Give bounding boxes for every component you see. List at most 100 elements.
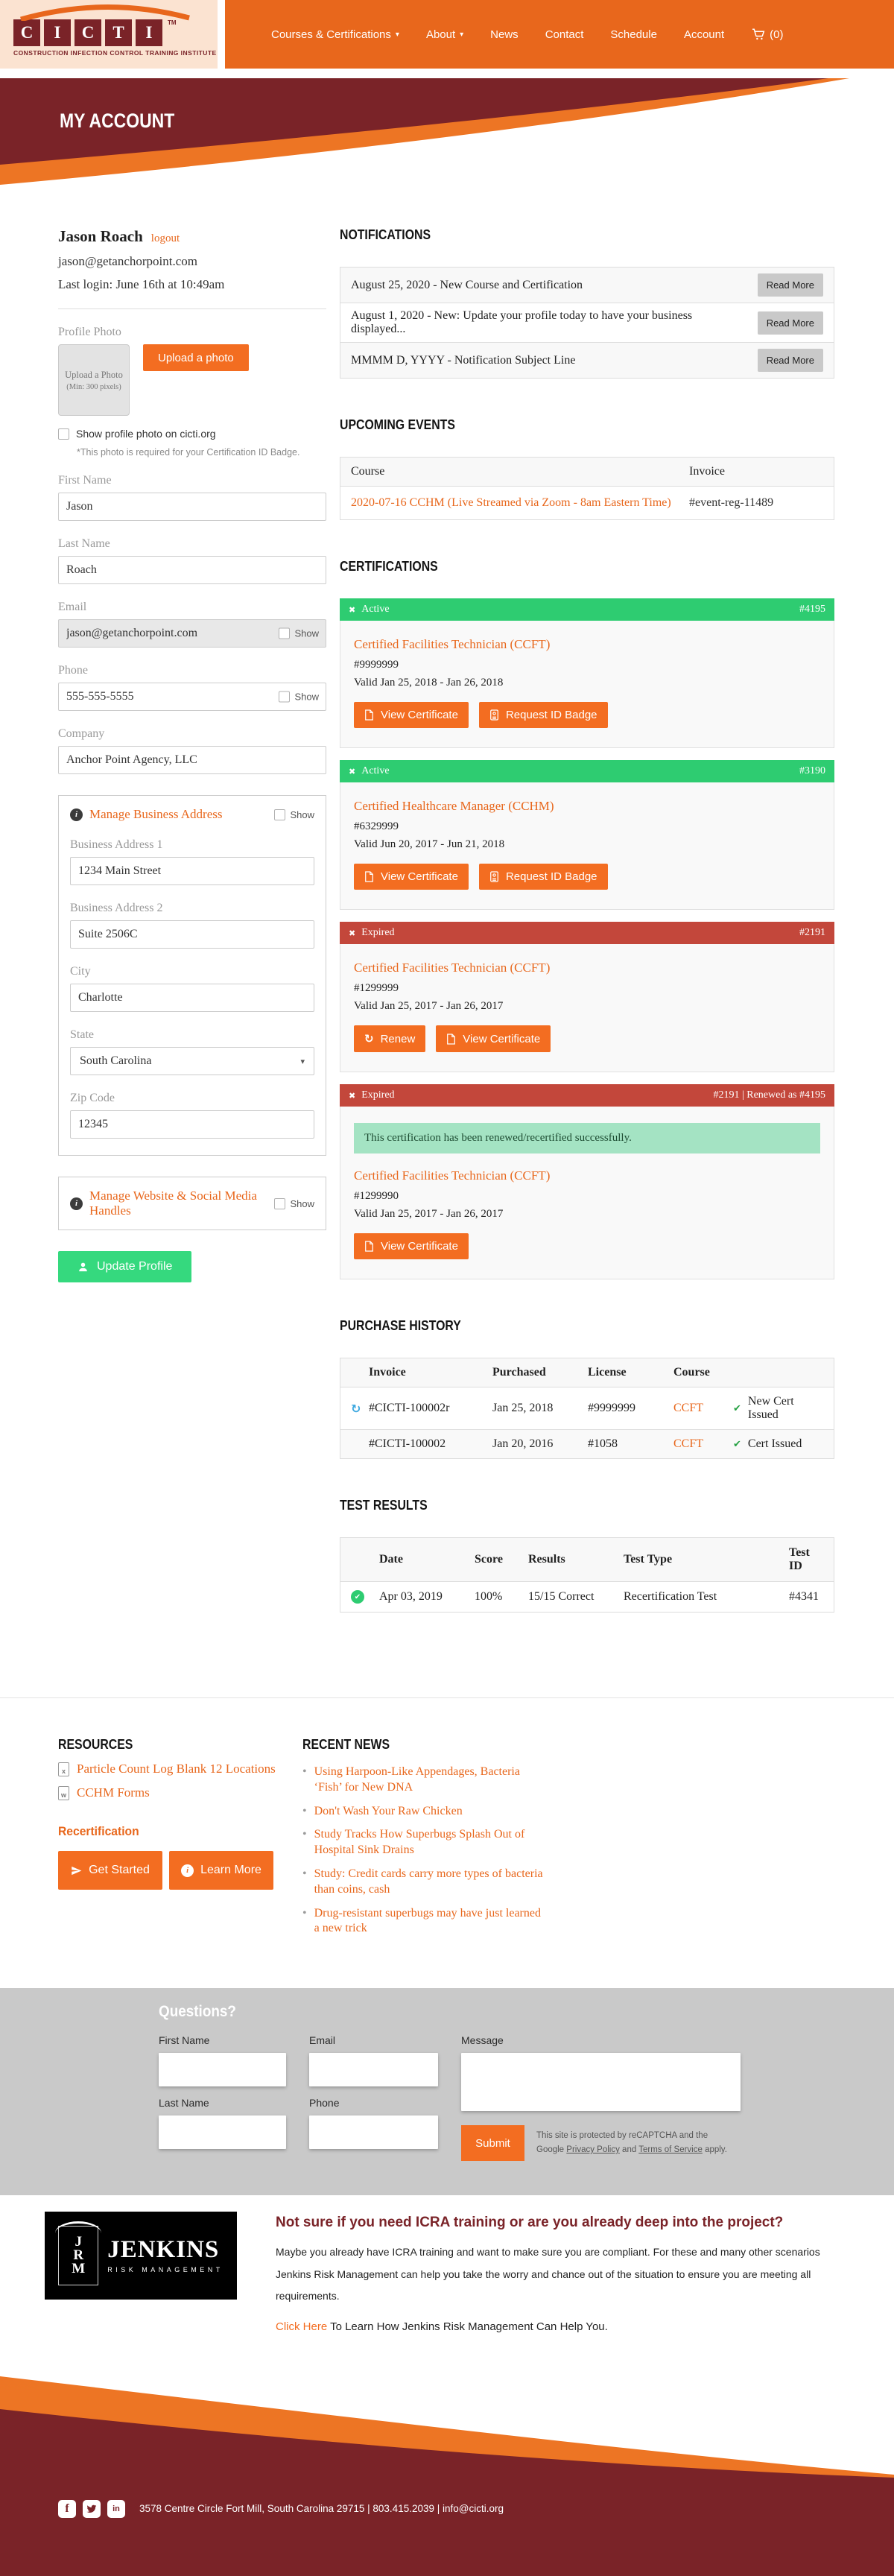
twitter-icon[interactable] (83, 2500, 101, 2519)
invoice-header: Invoice (369, 1366, 406, 1379)
site-header: C I C T I TM CONSTRUCTION INFECTION CONT… (0, 0, 894, 69)
privacy-policy-link[interactable]: Privacy Policy (566, 2145, 620, 2154)
linkedin-icon[interactable]: in (107, 2500, 125, 2519)
update-profile-button[interactable]: Update Profile (58, 1251, 192, 1282)
resource-link-particle-log[interactable]: x Particle Count Log Blank 12 Locations (58, 1762, 292, 1776)
show-social-handles-checkbox[interactable] (274, 1197, 286, 1209)
nav-courses-certifications[interactable]: Courses & Certifications ▾ (271, 28, 399, 41)
read-more-button[interactable]: Read More (757, 273, 823, 297)
nav-news[interactable]: News (490, 28, 519, 41)
site-logo[interactable]: C I C T I TM CONSTRUCTION INFECTION CONT… (0, 0, 218, 69)
resource-link-cchm-forms[interactable]: w CCHM Forms (58, 1785, 292, 1800)
city-field[interactable] (70, 984, 314, 1012)
jenkins-link-rest: To Learn How Jenkins Risk Management Can… (327, 2320, 608, 2334)
nav-label: Courses & Certifications (271, 28, 391, 41)
profile-photo-dropzone[interactable]: Upload a Photo (Min: 300 pixels) (58, 344, 130, 416)
purchase-invoice: #CICTI-100002 (369, 1437, 446, 1450)
certification-title-link[interactable]: Certified Facilities Technician (CCFT) (354, 637, 550, 652)
certification-status: Active (361, 604, 390, 615)
last-name-field[interactable] (58, 556, 326, 584)
read-more-button[interactable]: Read More (757, 311, 823, 335)
purchase-course-link[interactable]: CCFT (673, 1437, 733, 1451)
view-certificate-button[interactable]: View Certificate (354, 1233, 469, 1259)
news-link[interactable]: Using Harpoon-Like Appendages, Bacteria … (314, 1765, 544, 1796)
q-last-name-label: Last Name (159, 2097, 209, 2110)
events-header-row: Course Invoice (340, 458, 834, 487)
q-last-name-field[interactable] (159, 2115, 286, 2150)
purchase-date: Jan 25, 2018 (492, 1402, 554, 1414)
view-certificate-button[interactable]: View Certificate (354, 702, 469, 728)
nav-about[interactable]: About ▾ (426, 28, 463, 41)
notifications-table: August 25, 2020 - New Course and Certifi… (340, 267, 834, 379)
x-mark-icon: ✖ (349, 604, 356, 615)
certification-status: Active (361, 765, 390, 776)
date-header: Date (379, 1553, 403, 1566)
news-link[interactable]: Drug-resistant superbugs may have just l… (314, 1906, 544, 1937)
certification-number: #1299999 (354, 982, 399, 994)
request-id-badge-button[interactable]: Request ID Badge (478, 864, 608, 890)
jenkins-logo: J R M JENKINS RISK MANAGEMENT (45, 2212, 237, 2300)
show-phone-checkbox[interactable] (279, 691, 291, 703)
q-email-field[interactable] (309, 2053, 438, 2087)
view-certificate-button[interactable]: View Certificate (354, 864, 469, 890)
account-panels: NOTIFICATIONS August 25, 2020 - New Cour… (340, 227, 834, 1651)
show-email-checkbox[interactable] (279, 627, 291, 639)
purchase-license: #9999999 (588, 1402, 635, 1414)
certification-title-link[interactable]: Certified Healthcare Manager (CCHM) (354, 799, 554, 814)
terms-of-service-link[interactable]: Terms of Service (638, 2145, 703, 2154)
event-course-link[interactable]: 2020-07-16 CCHM (Live Streamed via Zoom … (351, 496, 689, 510)
news-link[interactable]: Study Tracks How Superbugs Splash Out of… (314, 1827, 544, 1858)
purchase-history-section: PURCHASE HISTORY Invoice Purchased Licen… (340, 1318, 834, 1459)
upload-photo-button[interactable]: Upload a photo (143, 344, 249, 371)
recaptcha-text: Google (536, 2145, 567, 2155)
get-started-button[interactable]: Get Started (58, 1851, 162, 1890)
certification-title-link[interactable]: Certified Facilities Technician (CCFT) (354, 1168, 550, 1183)
purchase-row: ↻ #CICTI-100002r Jan 25, 2018 #9999999 C… (340, 1387, 834, 1429)
facebook-icon[interactable]: f (58, 2500, 76, 2519)
x-mark-icon: ✖ (349, 928, 356, 938)
renew-button[interactable]: ↻ Renew (354, 1025, 426, 1052)
nav-cart[interactable]: (0) (751, 28, 784, 41)
certification-validity: Valid Jan 25, 2017 - Jan 26, 2017 (354, 1000, 504, 1012)
first-name-field[interactable] (58, 493, 326, 521)
certification-status: Expired (361, 927, 395, 938)
news-link[interactable]: Study: Credit cards carry more types of … (314, 1867, 544, 1898)
show-email-label: Show (294, 627, 319, 639)
certification-title-link[interactable]: Certified Facilities Technician (CCFT) (354, 961, 550, 975)
purchase-invoice: #CICTI-100002r (369, 1402, 450, 1414)
manage-social-handles-link[interactable]: Manage Website & Social Media Handles (89, 1189, 267, 1218)
view-certificate-button[interactable]: View Certificate (436, 1025, 551, 1052)
manage-business-address-link[interactable]: Manage Business Address (89, 807, 267, 822)
button-label: Learn More (200, 1864, 261, 1876)
purchase-course-link[interactable]: CCFT (673, 1402, 733, 1415)
zip-field[interactable] (70, 1110, 314, 1139)
read-more-button[interactable]: Read More (757, 349, 823, 372)
request-id-badge-button[interactable]: Request ID Badge (478, 702, 608, 728)
news-link[interactable]: Don't Wash Your Raw Chicken (314, 1804, 463, 1820)
nav-label: Schedule (610, 28, 657, 41)
nav-schedule[interactable]: Schedule (610, 28, 657, 41)
cart-count: (0) (770, 28, 784, 41)
business-address-box: i Manage Business Address Show Business … (58, 795, 326, 1156)
q-phone-field[interactable] (309, 2115, 438, 2150)
profile-email: jason@getanchorpoint.com (58, 254, 198, 268)
q-first-name-field[interactable] (159, 2053, 286, 2087)
business-address2-field[interactable] (70, 920, 314, 949)
submit-button[interactable]: Submit (461, 2125, 524, 2162)
show-photo-checkbox[interactable] (58, 428, 69, 440)
q-message-field[interactable] (461, 2053, 741, 2112)
nav-contact[interactable]: Contact (545, 28, 584, 41)
logout-link[interactable]: logout (151, 232, 180, 244)
zip-label: Zip Code (70, 1092, 115, 1104)
state-select[interactable]: South Carolina ▾ (70, 1047, 314, 1075)
learn-more-button[interactable]: i Learn More (169, 1851, 273, 1890)
info-icon: i (70, 808, 83, 821)
certifications-section: CERTIFICATIONS ✖ Active #4195 Certified F… (340, 559, 834, 1279)
business-address1-field[interactable] (70, 857, 314, 885)
show-business-address-checkbox[interactable] (274, 808, 286, 820)
update-profile-label: Update Profile (97, 1260, 173, 1273)
jenkins-click-here-link[interactable]: Click Here (276, 2320, 327, 2333)
company-field[interactable] (58, 746, 326, 774)
purchase-status: New Cert Issued (747, 1395, 794, 1421)
nav-account[interactable]: Account (684, 28, 724, 41)
